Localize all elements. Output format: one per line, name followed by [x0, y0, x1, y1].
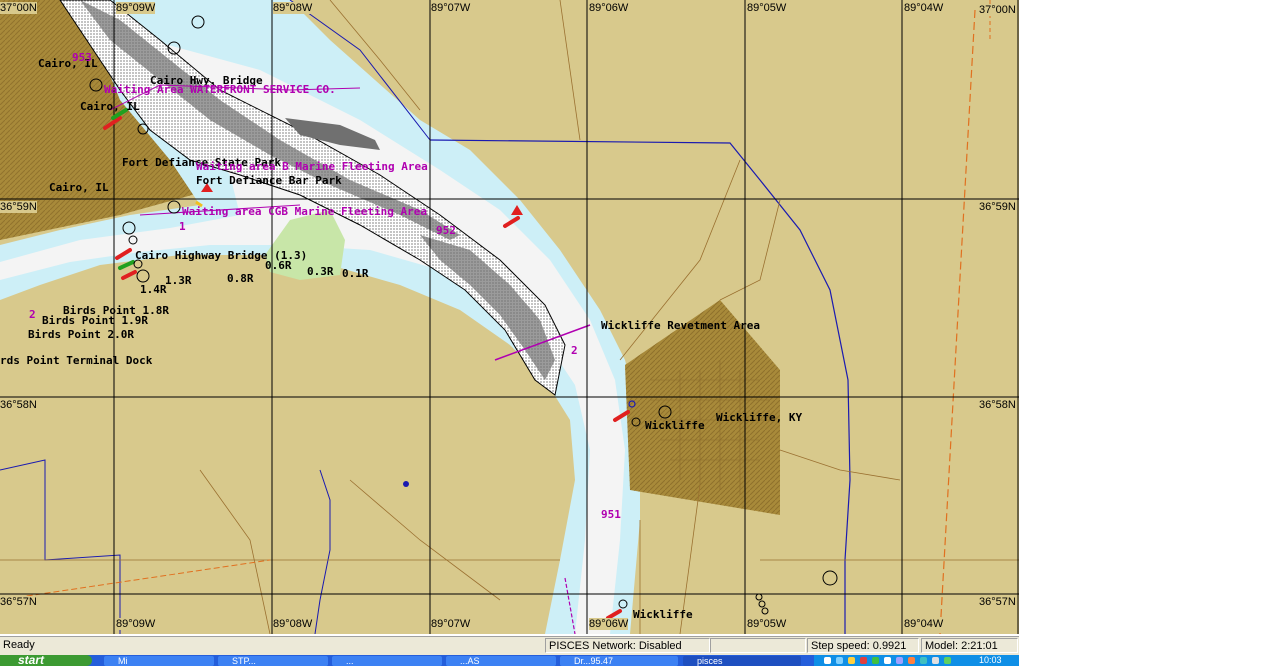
- mile-label: 951: [601, 508, 621, 521]
- tray-icon[interactable]: [884, 657, 891, 664]
- corner-lat-label: 37°00N: [0, 2, 37, 14]
- taskbar-button[interactable]: ...: [332, 656, 442, 666]
- mile-marker: 0.8R: [227, 272, 254, 285]
- place-label-wickliffe: Wickliffe, KY: [716, 411, 803, 424]
- mile-marker: 0.1R: [342, 267, 369, 280]
- waiting-area-label: Waiting area B Marine Fleeting Area: [196, 160, 428, 173]
- bar-label: Fort Defiance Bar Park: [196, 174, 342, 187]
- mile-marker: 0.6R: [265, 259, 292, 272]
- top-lon-label: 89°09W: [116, 2, 156, 14]
- status-bar: Ready PISCES Network: Disabled Step spee…: [0, 636, 1019, 655]
- place-label-cairo: Cairo, IL: [80, 100, 140, 113]
- right-lat-label: 36°59N: [979, 201, 1016, 213]
- taskbar-button[interactable]: ...AS: [446, 656, 556, 666]
- top-lon-label: 89°04W: [904, 2, 944, 14]
- taskbar-button[interactable]: Mi: [104, 656, 214, 666]
- mile-label: 953: [72, 51, 92, 64]
- mile-label: 2: [29, 308, 36, 321]
- tray-icon[interactable]: [872, 657, 879, 664]
- clock[interactable]: 10:03: [979, 655, 1002, 666]
- place-label-wickliffe: Wickliffe: [645, 419, 705, 432]
- mile-label: 1: [179, 220, 186, 233]
- mile-label: 952: [436, 224, 456, 237]
- tray-icon[interactable]: [932, 657, 939, 664]
- status-ready: Ready: [3, 639, 35, 651]
- landmark-label: Birds Point 1.9R: [42, 314, 148, 327]
- status-step-speed: Step speed: 0.9921: [807, 638, 919, 653]
- tray-icon[interactable]: [896, 657, 903, 664]
- bottom-lon-label: 89°05W: [747, 618, 787, 630]
- tray-icon[interactable]: [920, 657, 927, 664]
- taskbar-button[interactable]: STP...: [218, 656, 328, 666]
- status-model-time: Model: 2:21:01: [921, 638, 1018, 653]
- start-button[interactable]: start: [0, 655, 92, 666]
- top-lon-label: 89°05W: [747, 2, 787, 14]
- tray-icon[interactable]: [824, 657, 831, 664]
- tray-icon[interactable]: [836, 657, 843, 664]
- corner-lat-label: 37°00N: [979, 4, 1016, 16]
- right-lat-label: 36°58N: [979, 399, 1016, 411]
- nautical-chart[interactable]: 89°09W 89°08W 89°07W 89°06W 89°05W 89°04…: [0, 0, 1019, 634]
- status-network: PISCES Network: Disabled: [545, 638, 710, 653]
- left-lat-label: 36°59N: [0, 201, 37, 213]
- left-lat-label: 36°58N: [0, 399, 37, 411]
- waiting-area-label: Waiting Area WATERFRONT SERVICE CO.: [104, 83, 336, 96]
- left-lat-label: 36°57N: [0, 596, 37, 608]
- taskbar-button-active[interactable]: pisces: [683, 656, 801, 666]
- tray-icon[interactable]: [848, 657, 855, 664]
- mile-label: 2: [571, 344, 578, 357]
- landmark-label: Birds Point 2.0R: [28, 328, 134, 341]
- bottom-lon-label: 89°08W: [273, 618, 313, 630]
- mile-marker: 0.3R: [307, 265, 334, 278]
- system-tray: 10:03: [814, 655, 1019, 666]
- waiting-area-label: Waiting area CGB Marine Fleeting Area: [182, 205, 428, 218]
- place-label-cairo: Cairo, IL: [49, 181, 109, 194]
- top-lon-label: 89°06W: [589, 2, 629, 14]
- bottom-lon-label: 89°09W: [116, 618, 156, 630]
- mile-marker: 1.3R: [165, 274, 192, 287]
- top-lon-label: 89°08W: [273, 2, 313, 14]
- area-label: Wickliffe Revetment Area: [601, 319, 760, 332]
- taskbar-button[interactable]: Dr...95.47: [560, 656, 678, 666]
- top-lon-label: 89°07W: [431, 2, 471, 14]
- windows-taskbar: start Mi STP... ... ...AS Dr...95.47 pis…: [0, 655, 1019, 666]
- right-lat-label: 36°57N: [979, 596, 1016, 608]
- tray-icon[interactable]: [908, 657, 915, 664]
- status-blank: [710, 638, 806, 653]
- bottom-lon-label: 89°06W: [589, 618, 629, 630]
- place-label-wickliffe: Wickliffe: [633, 608, 693, 621]
- tray-icon[interactable]: [860, 657, 867, 664]
- bottom-lon-label: 89°07W: [431, 618, 471, 630]
- tray-icon[interactable]: [944, 657, 951, 664]
- bottom-lon-label: 89°04W: [904, 618, 944, 630]
- mile-marker: 1.4R: [140, 283, 167, 296]
- landmark-label: rds Point Terminal Dock: [0, 354, 153, 367]
